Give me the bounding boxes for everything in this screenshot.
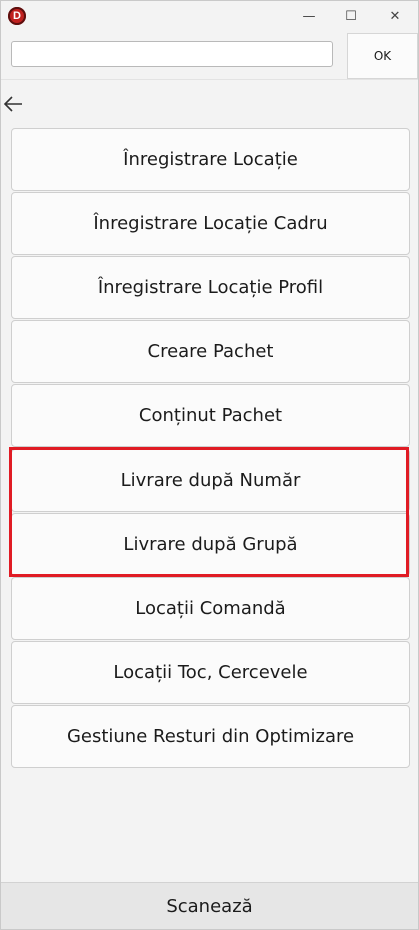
maximize-button[interactable]: ☐ [333,1,369,31]
search-input[interactable] [11,41,333,67]
menu-button-label: Gestiune Resturi din Optimizare [66,726,355,747]
menu-button-inregistrare-locatie-profil[interactable]: Înregistrare Locație Profil [11,256,410,319]
menu-button-label: Conținut Pachet [138,405,283,426]
menu-button-locatii-toc-cercevele[interactable]: Locații Toc, Cercevele [11,641,410,704]
minimize-icon: — [302,8,316,24]
menu-button-label: Creare Pachet [147,341,274,362]
back-arrow-icon[interactable] [3,93,25,115]
menu-button-label: Înregistrare Locație [123,149,298,170]
ok-button-label: OK [373,49,392,63]
toolbar-divider [1,79,418,80]
menu-button-label: Înregistrare Locație Profil [97,277,324,298]
ok-button[interactable]: OK [347,33,418,79]
menu-button-livrare-dupa-grupa[interactable]: Livrare după Grupă [11,513,410,576]
menu-button-inregistrare-locatie[interactable]: Înregistrare Locație [11,128,410,191]
app-window: D — ☐ ✕ OK Înregistrare Locație Înregist… [0,0,419,930]
menu-button-locatii-comanda[interactable]: Locații Comandă [11,577,410,640]
menu-button-continut-pachet[interactable]: Conținut Pachet [11,384,410,447]
menu-button-inregistrare-locatie-cadru[interactable]: Înregistrare Locație Cadru [11,192,410,255]
menu-button-livrare-dupa-numar[interactable]: Livrare după Număr [11,449,410,512]
scan-button[interactable]: Scanează [1,882,418,929]
close-button[interactable]: ✕ [377,1,413,31]
scan-button-label: Scanează [166,895,253,917]
menu-button-label: Înregistrare Locație Cadru [93,213,328,234]
menu-button-label: Livrare după Grupă [123,534,298,555]
minimize-button[interactable]: — [291,1,327,31]
close-icon: ✕ [389,8,401,24]
maximize-icon: ☐ [345,8,357,24]
menu-button-label: Locații Toc, Cercevele [113,662,308,683]
menu-button-creare-pachet[interactable]: Creare Pachet [11,320,410,383]
title-bar: D — ☐ ✕ [1,1,418,31]
app-logo-icon: D [8,7,26,25]
menu-button-label: Locații Comandă [135,598,286,619]
menu-button-label: Livrare după Număr [120,470,301,491]
menu-button-gestiune-resturi[interactable]: Gestiune Resturi din Optimizare [11,705,410,768]
app-logo-letter: D [13,10,21,22]
